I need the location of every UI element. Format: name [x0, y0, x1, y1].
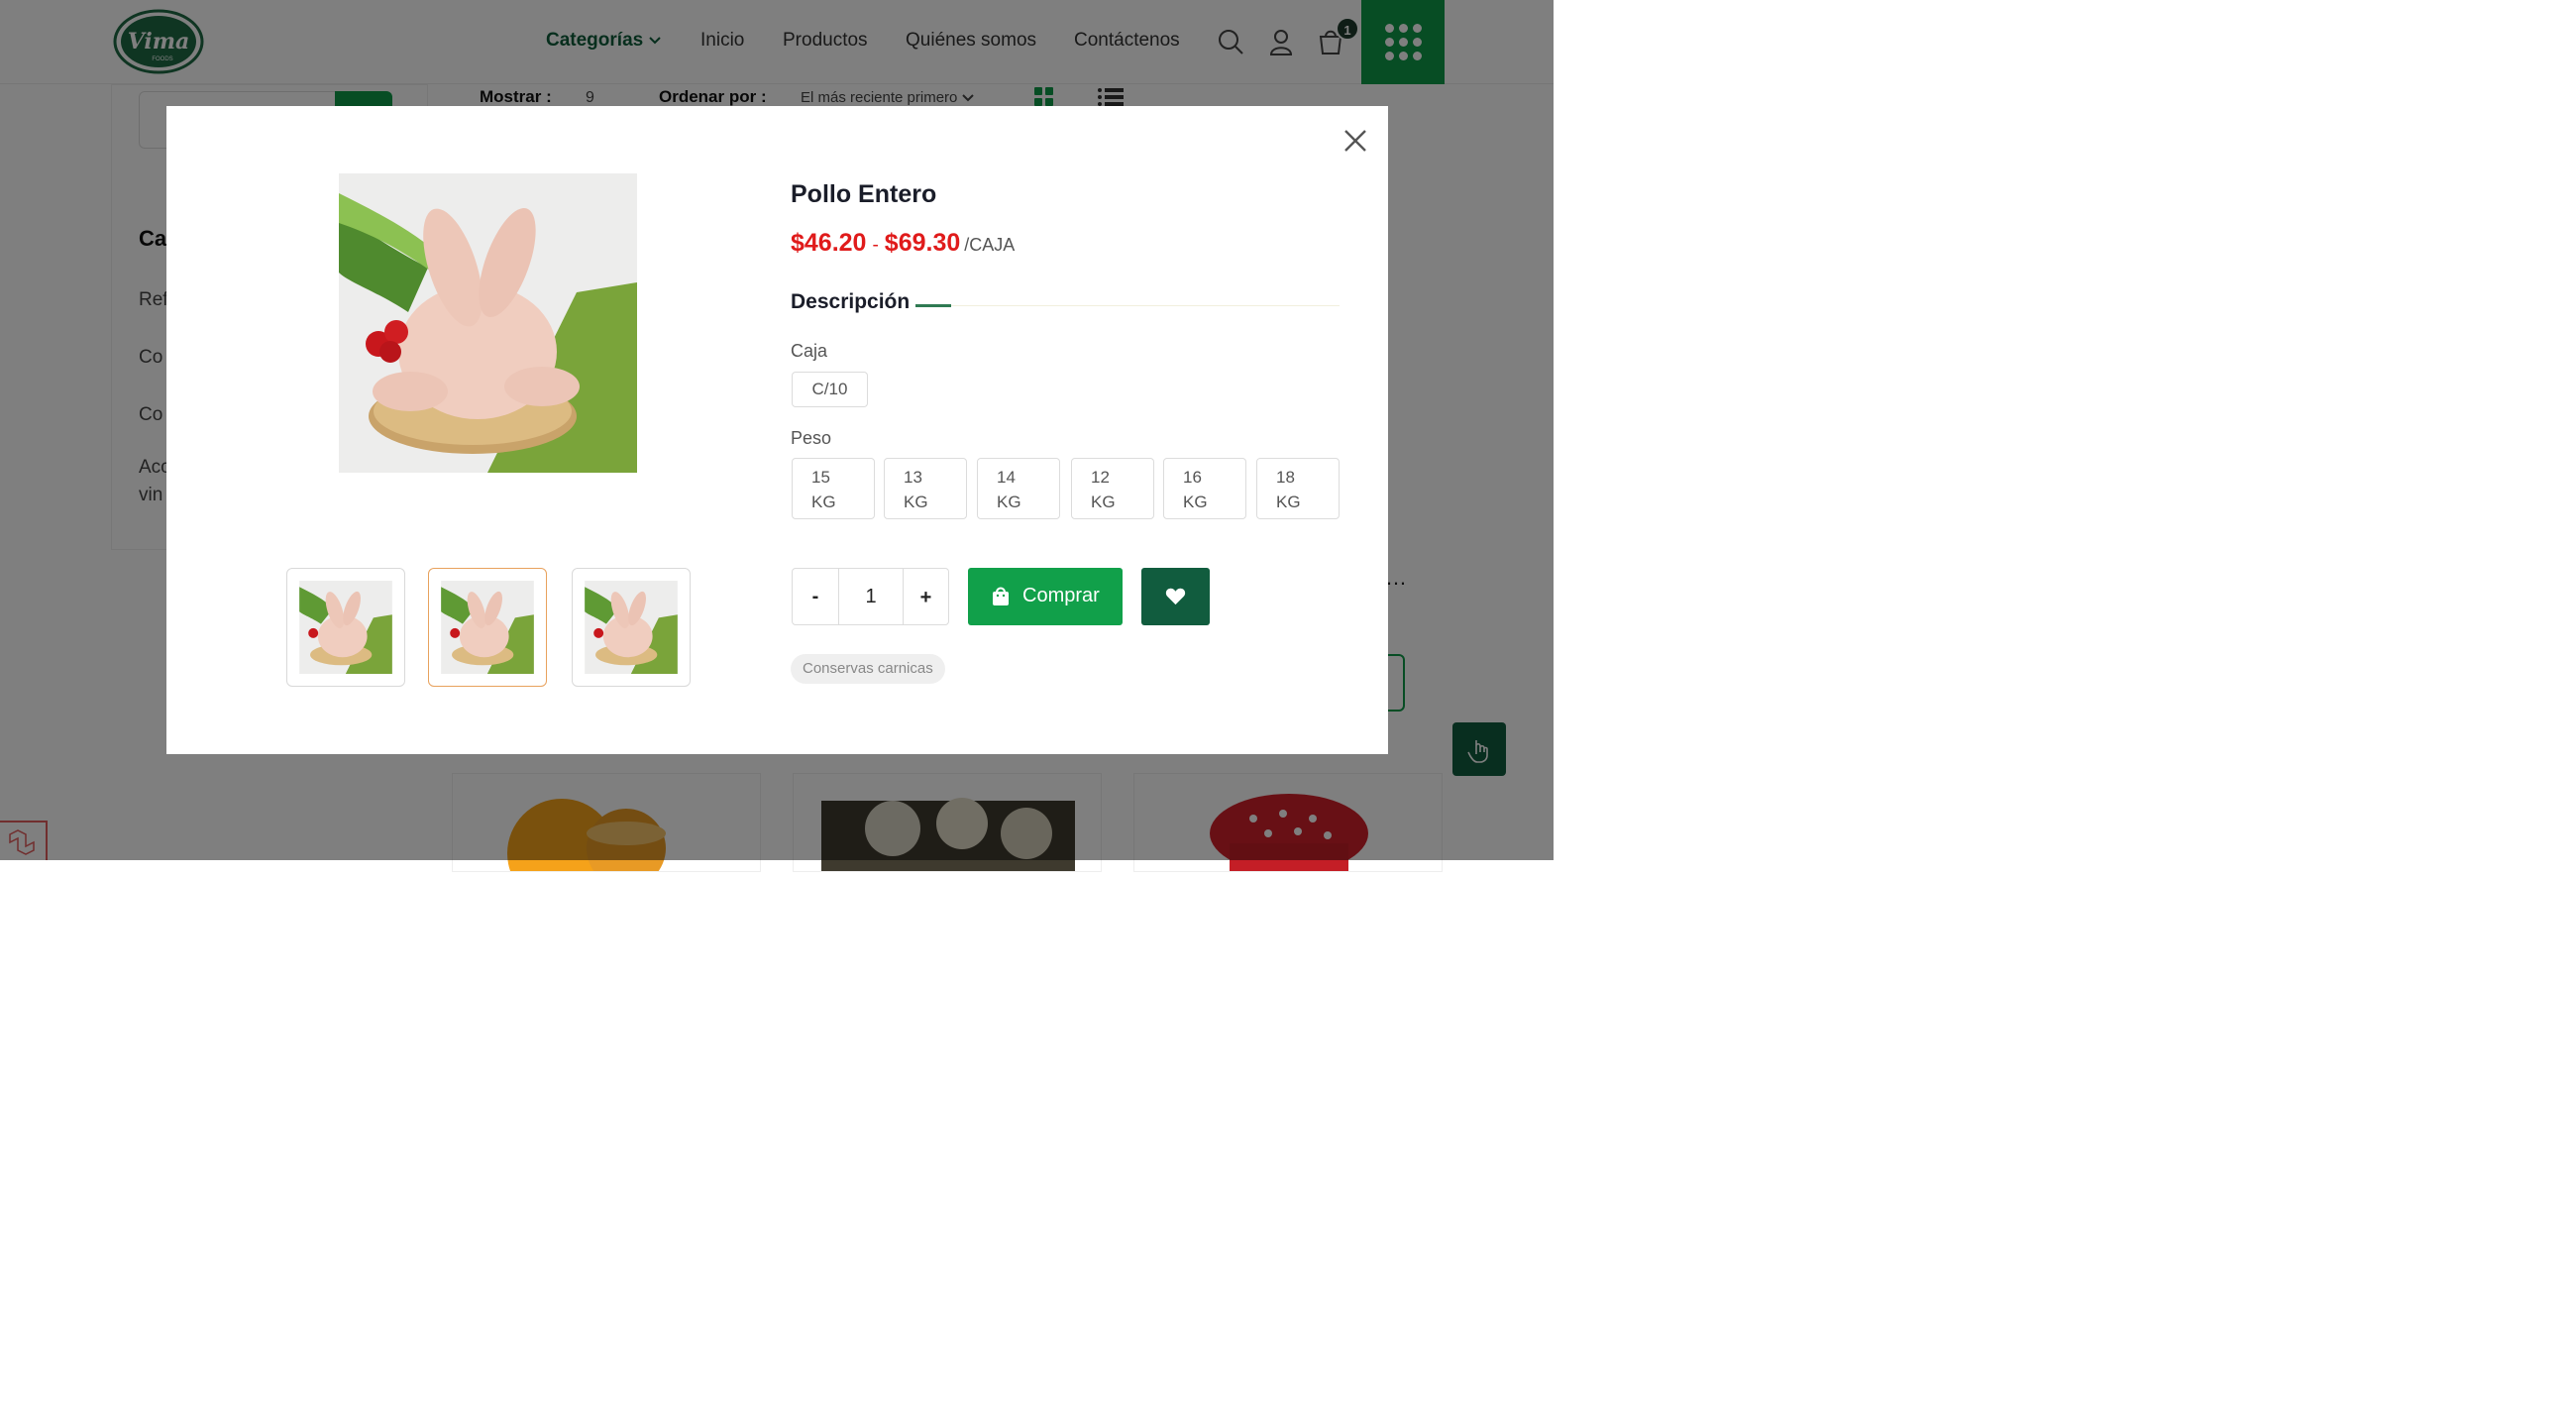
thumbnail-image [441, 581, 534, 674]
weight-value: 16 [1183, 468, 1202, 487]
price-min: $46.20 [791, 229, 867, 257]
description-heading[interactable]: Descripción [791, 290, 910, 314]
price-unit: /CAJA [964, 235, 1016, 255]
product-thumbnail[interactable] [286, 568, 405, 687]
description-underline [915, 304, 951, 307]
quantity-increment-button[interactable]: + [903, 569, 948, 624]
weight-option-13kg[interactable]: 13 KG [884, 458, 967, 519]
buy-button[interactable]: Comprar [968, 568, 1123, 625]
weight-value: 12 [1091, 468, 1110, 487]
weight-unit: KG [811, 493, 836, 511]
price-range: $46.20- $69.30/CAJA [791, 229, 1015, 258]
thumbnail-image [299, 581, 392, 674]
weight-value: 18 [1276, 468, 1295, 487]
product-title: Pollo Entero [791, 180, 937, 208]
category-tag[interactable]: Conservas carnicas [791, 654, 945, 684]
product-main-image [339, 173, 637, 473]
weight-option-14kg[interactable]: 14 KG [977, 458, 1060, 519]
shopping-bag-icon [993, 587, 1009, 605]
quantity-stepper: - + [792, 568, 949, 625]
weight-option-label: Peso [791, 428, 832, 448]
quick-view-modal: Pollo Entero $46.20- $69.30/CAJA Descripc… [166, 106, 1388, 754]
close-icon[interactable] [1341, 126, 1370, 156]
product-thumbnail-selected[interactable] [428, 568, 547, 687]
weight-unit: KG [1091, 493, 1116, 511]
weight-unit: KG [997, 493, 1021, 511]
weight-value: 15 [811, 468, 830, 487]
weight-option-18kg[interactable]: 18 KG [1256, 458, 1340, 519]
quantity-input[interactable] [839, 569, 903, 624]
price-max: $69.30 [884, 229, 961, 257]
weight-value: 14 [997, 468, 1016, 487]
box-option-label: Caja [791, 341, 828, 361]
weight-option-12kg[interactable]: 12 KG [1071, 458, 1154, 519]
weight-unit: KG [1276, 493, 1301, 511]
weight-value: 13 [904, 468, 922, 487]
heart-icon [1165, 588, 1186, 605]
buy-button-label: Comprar [1022, 585, 1100, 606]
weight-unit: KG [904, 493, 928, 511]
weight-unit: KG [1183, 493, 1208, 511]
product-thumbnail[interactable] [572, 568, 691, 687]
price-separator: - [872, 235, 879, 256]
box-option-c10[interactable]: C/10 [792, 372, 868, 407]
weight-option-15kg[interactable]: 15 KG [792, 458, 875, 519]
description-divider [951, 305, 1340, 306]
thumbnail-image [585, 581, 678, 674]
weight-option-16kg[interactable]: 16 KG [1163, 458, 1246, 519]
quantity-decrement-button[interactable]: - [793, 569, 839, 624]
wishlist-button[interactable] [1141, 568, 1210, 625]
